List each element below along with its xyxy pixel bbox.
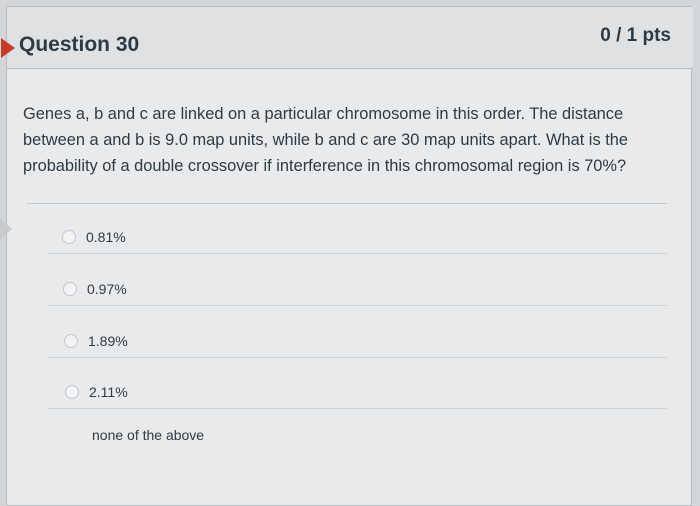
answer-divider	[47, 305, 667, 306]
question-points: 0 / 1 pts	[600, 25, 671, 46]
question-header: Question 30 0 / 1 pts	[1, 7, 693, 69]
radio-button[interactable]	[64, 334, 78, 348]
question-card: Question 30 0 / 1 pts Genes a, b and c a…	[1, 6, 693, 506]
question-divider	[27, 203, 667, 204]
answer-divider	[47, 408, 667, 409]
answer-option[interactable]: 0.81%	[62, 225, 126, 249]
flag-icon	[1, 38, 15, 58]
question-title: Question 30	[19, 33, 140, 56]
answer-option[interactable]: 1.89%	[64, 329, 128, 353]
radio-button[interactable]	[63, 282, 77, 296]
answer-label: 0.97%	[87, 281, 127, 297]
answer-option[interactable]: none of the above	[68, 423, 204, 447]
answer-option[interactable]: 2.11%	[65, 380, 128, 404]
answer-divider	[47, 357, 667, 358]
answer-divider	[47, 253, 667, 254]
left-edge-tab	[0, 218, 12, 240]
question-text: Genes a, b and c are linked on a particu…	[23, 101, 663, 179]
question-text-line: probability of a double crossover if int…	[23, 157, 627, 175]
answer-label: 2.11%	[89, 384, 128, 400]
answer-label: 0.81%	[86, 229, 126, 245]
answer-label: 1.89%	[88, 333, 128, 349]
radio-button[interactable]	[65, 385, 79, 399]
answer-option[interactable]: 0.97%	[63, 277, 127, 301]
radio-button[interactable]	[62, 230, 76, 244]
question-text-line: Genes a, b and c are linked on a particu…	[23, 105, 624, 123]
question-text-line: between a and b is 9.0 map units, while …	[23, 131, 628, 149]
answer-label: none of the above	[92, 427, 205, 443]
